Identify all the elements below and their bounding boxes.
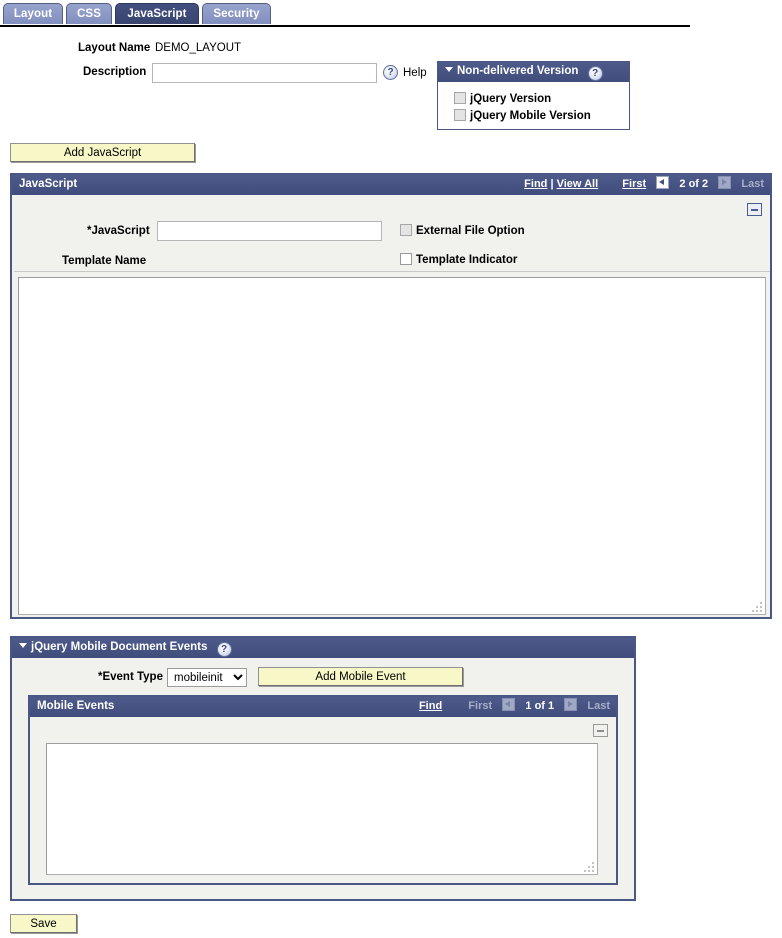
event-type-label: *Event Type — [98, 671, 163, 683]
last-link: Last — [741, 178, 764, 190]
description-label: Description — [83, 66, 147, 78]
tab-layout[interactable]: Layout — [3, 3, 63, 24]
mobile-events-panel: jQuery Mobile Document Events ? *Event T… — [10, 636, 636, 901]
mobile-events-grid-header: Mobile Events Find First 1 of 1 Last — [30, 697, 616, 717]
layout-name-value: DEMO_LAYOUT — [155, 42, 242, 54]
template-indicator-row[interactable]: Template Indicator — [400, 253, 517, 266]
javascript-grid-panel: JavaScript Find | View All First 2 of 2 … — [10, 173, 772, 619]
first-link[interactable]: First — [622, 178, 646, 190]
jquery-mobile-version-label: jQuery Mobile Version — [470, 110, 591, 122]
caret-down-icon[interactable] — [19, 643, 27, 649]
right-arrow-icon — [718, 176, 732, 189]
jquery-mobile-version-row[interactable]: jQuery Mobile Version — [454, 109, 591, 122]
non-delivered-version-title: Non-delivered Version — [457, 65, 579, 77]
tab-css[interactable]: CSS — [66, 3, 112, 24]
javascript-grid-header: JavaScript Find | View All First 2 of 2 … — [12, 175, 770, 195]
view-all-link[interactable]: View All — [557, 178, 599, 190]
caret-down-icon[interactable] — [445, 67, 453, 73]
right-arrow-icon — [564, 698, 578, 711]
javascript-code-textarea[interactable] — [18, 277, 766, 615]
jquery-version-checkbox[interactable] — [454, 92, 466, 104]
template-name-label: Template Name — [62, 255, 147, 267]
mobile-events-title: jQuery Mobile Document Events — [31, 641, 208, 653]
layout-name-label: Layout Name — [78, 42, 151, 54]
javascript-grid-nav: Find | View All First 2 of 2 Last — [524, 175, 764, 195]
last-link: Last — [587, 700, 610, 712]
description-input[interactable] — [152, 63, 377, 83]
jquery-version-label: jQuery Version — [470, 93, 552, 105]
javascript-name-input[interactable] — [157, 221, 382, 241]
event-type-select[interactable]: mobileinit — [167, 668, 247, 687]
find-link[interactable]: Find — [419, 700, 442, 712]
tab-underline-rule — [0, 25, 690, 27]
add-mobile-event-button[interactable]: Add Mobile Event — [258, 667, 463, 686]
javascript-field-label: *JavaScript — [87, 225, 150, 237]
section-divider — [14, 271, 770, 272]
save-button[interactable]: Save — [10, 914, 77, 933]
template-indicator-checkbox[interactable] — [400, 253, 412, 265]
external-file-option-label: External File Option — [416, 225, 525, 237]
jquery-mobile-version-checkbox[interactable] — [454, 109, 466, 121]
tab-security[interactable]: Security — [202, 3, 271, 24]
mobile-events-grid: Mobile Events Find First 1 of 1 Last — [28, 695, 618, 885]
mobile-row-collapse-button[interactable] — [593, 724, 608, 737]
mobile-events-header: jQuery Mobile Document Events ? — [12, 638, 634, 658]
add-javascript-button[interactable]: Add JavaScript — [10, 143, 195, 162]
tab-javascript[interactable]: JavaScript — [115, 3, 199, 24]
template-indicator-label: Template Indicator — [416, 254, 518, 266]
nav-separator: | — [550, 178, 554, 190]
mobile-row-counter: 1 of 1 — [525, 700, 555, 712]
non-delivered-version-body: jQuery Version jQuery Mobile Version — [438, 82, 629, 129]
question-mark-icon[interactable]: ? — [383, 65, 398, 80]
first-link: First — [468, 700, 493, 712]
left-arrow-icon — [502, 698, 516, 711]
jquery-version-row[interactable]: jQuery Version — [454, 92, 551, 105]
javascript-row-collapse-button[interactable] — [747, 203, 762, 216]
left-arrow-icon[interactable] — [656, 176, 670, 189]
find-link[interactable]: Find — [524, 178, 547, 190]
mobile-event-code-textarea[interactable] — [46, 743, 598, 875]
tab-bar: Layout CSS JavaScript Security — [0, 0, 782, 27]
javascript-row-counter: 2 of 2 — [679, 178, 709, 190]
non-delivered-version-panel: Non-delivered Version ? jQuery Version j… — [437, 61, 630, 130]
mobile-events-grid-title: Mobile Events — [37, 700, 115, 712]
non-delivered-version-header: Non-delivered Version ? — [438, 62, 629, 82]
question-mark-icon[interactable]: ? — [587, 66, 603, 81]
external-file-option-row[interactable]: External File Option — [400, 224, 525, 237]
help-link[interactable]: Help — [403, 67, 427, 79]
question-mark-icon[interactable]: ? — [216, 642, 232, 657]
external-file-option-checkbox[interactable] — [400, 224, 412, 236]
page-root: Layout CSS JavaScript Security Layout Na… — [0, 0, 782, 938]
javascript-grid-title: JavaScript — [19, 178, 78, 190]
mobile-events-grid-nav: Find First 1 of 1 Last — [419, 697, 610, 717]
